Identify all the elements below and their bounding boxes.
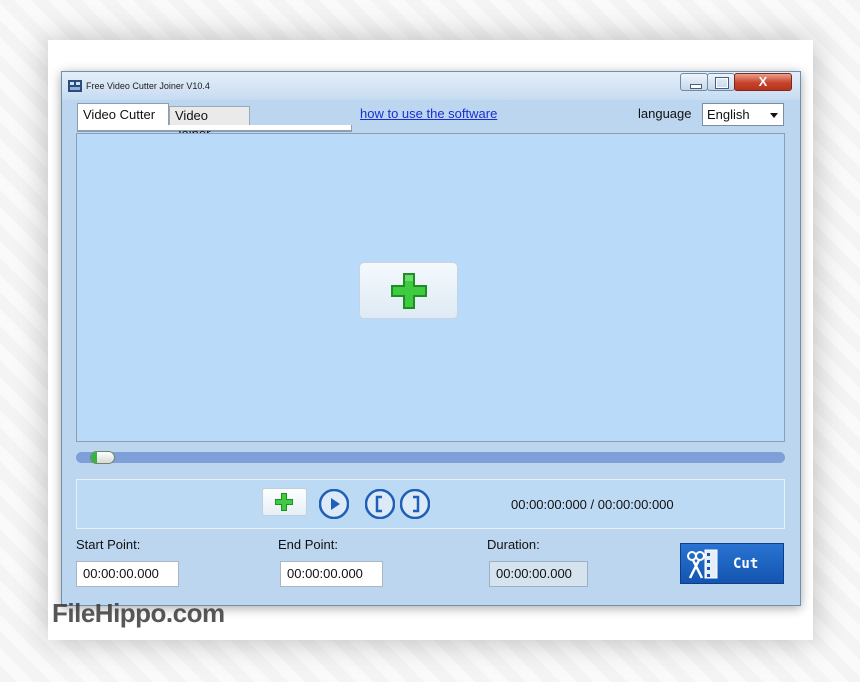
app-icon — [68, 80, 82, 92]
duration-label: Duration: — [487, 537, 540, 552]
watermark-logo: FileHippo.com — [52, 598, 225, 628]
add-video-button[interactable] — [359, 262, 458, 319]
timeline-track[interactable] — [76, 452, 785, 463]
cut-button-label: Cut — [733, 556, 759, 572]
mark-end-button[interactable] — [400, 489, 430, 519]
add-file-button[interactable] — [262, 488, 307, 516]
window-title: Free Video Cutter Joiner V10.4 — [86, 81, 210, 91]
close-button[interactable]: X — [734, 73, 792, 91]
time-readout: 00:00:00:000 / 00:00:00:000 — [511, 497, 674, 512]
end-point-label: End Point: — [278, 537, 338, 552]
cut-button[interactable]: Cut — [680, 543, 784, 584]
video-preview-area[interactable] — [76, 133, 785, 442]
app-window: Free Video Cutter Joiner V10.4 X Video C… — [61, 71, 801, 606]
tab-panel-edge — [77, 125, 352, 131]
start-point-input[interactable]: 00:00:00.000 — [76, 561, 179, 587]
tab-video-joiner[interactable]: Video Joiner — [169, 106, 250, 141]
close-icon: X — [758, 74, 768, 89]
chevron-down-icon — [770, 113, 778, 118]
end-point-input[interactable]: 00:00:00.000 — [280, 561, 383, 587]
minimize-button[interactable] — [680, 73, 708, 91]
start-point-label: Start Point: — [76, 537, 141, 552]
mark-start-button[interactable] — [365, 489, 395, 519]
player-controls: 00:00:00:000 / 00:00:00:000 — [76, 479, 785, 529]
language-label: language — [638, 106, 692, 121]
scissors-film-icon — [687, 549, 718, 579]
language-selected-value: English — [707, 107, 750, 122]
timeline-slider-thumb[interactable] — [89, 451, 115, 464]
help-link[interactable]: how to use the software — [360, 106, 497, 121]
green-plus-icon — [275, 493, 293, 511]
play-button[interactable] — [319, 489, 349, 519]
green-plus-icon — [391, 273, 427, 309]
language-select[interactable]: English — [702, 103, 784, 126]
maximize-button[interactable] — [707, 73, 735, 91]
title-bar[interactable]: Free Video Cutter Joiner V10.4 X — [62, 72, 800, 100]
duration-field: 00:00:00.000 — [489, 561, 588, 587]
